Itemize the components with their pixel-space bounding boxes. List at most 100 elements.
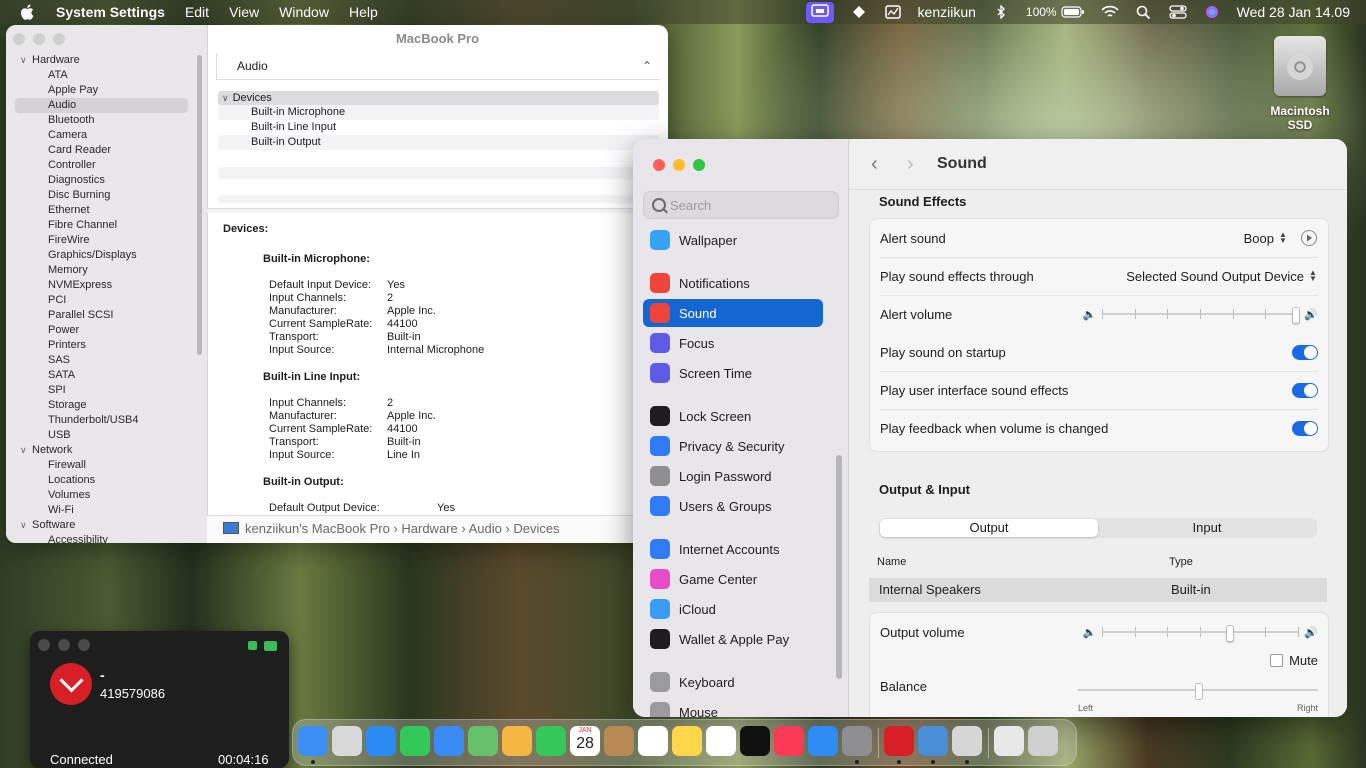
music-icon[interactable]: [774, 726, 804, 756]
tree-item[interactable]: Printers: [6, 338, 206, 353]
desktop-disk[interactable]: Macintosh SSD: [1262, 36, 1338, 132]
contacts-icon[interactable]: [604, 726, 634, 756]
control-center-icon[interactable]: [1168, 5, 1187, 19]
sidebar-item-lock-screen[interactable]: Lock Screen: [643, 402, 823, 430]
tree-item[interactable]: Storage: [6, 398, 206, 413]
tree-item[interactable]: Accessibility: [6, 533, 206, 543]
tree-item[interactable]: Ethernet: [6, 203, 206, 218]
sidebar-item-game-center[interactable]: Game Center: [643, 565, 823, 593]
tree-item[interactable]: Controller: [6, 158, 206, 173]
play-alert-icon[interactable]: [1300, 229, 1318, 247]
photos-icon[interactable]: [502, 726, 532, 756]
menu-clock[interactable]: Wed 28 Jan 14.09: [1237, 4, 1350, 20]
maps-icon[interactable]: [468, 726, 498, 756]
table-row[interactable]: Internal Speakers Built-in: [869, 578, 1327, 602]
battery-icon[interactable]: [1061, 5, 1085, 19]
app-store-icon[interactable]: [808, 726, 838, 756]
device-row[interactable]: Built-in Microphone: [218, 105, 659, 120]
menu-window[interactable]: Window: [279, 4, 329, 20]
launchpad-icon[interactable]: [332, 726, 362, 756]
sidebar-item-internet-accounts[interactable]: Internet Accounts: [643, 535, 823, 563]
apple-menu-icon[interactable]: [18, 2, 38, 22]
list-header[interactable]: Audio ⌃: [216, 53, 660, 80]
call-app-icon[interactable]: [884, 726, 914, 756]
menu-edit[interactable]: Edit: [185, 4, 209, 20]
zoom-button[interactable]: [693, 159, 705, 171]
slider-knob[interactable]: [1225, 625, 1234, 642]
close-button[interactable]: [13, 33, 25, 45]
dropbox-icon[interactable]: [850, 5, 868, 19]
mail-icon[interactable]: [434, 726, 464, 756]
disclosure-icon[interactable]: ∨: [222, 93, 229, 103]
tree-item[interactable]: Power: [6, 323, 206, 338]
mute-control[interactable]: Mute: [1270, 653, 1318, 668]
mute-checkbox[interactable]: [1270, 654, 1284, 667]
device-row[interactable]: Built-in Line Input: [218, 120, 659, 135]
tree-item[interactable]: Camera: [6, 128, 206, 143]
toggle-switch[interactable]: [1292, 420, 1318, 436]
spotlight-search-icon[interactable]: [1135, 5, 1153, 19]
sidebar-item-screen-time[interactable]: Screen Time: [643, 359, 823, 387]
messages-icon[interactable]: [400, 726, 430, 756]
screen-share-icon[interactable]: [805, 1, 834, 23]
play-through-select[interactable]: Selected Sound Output Device: [1126, 269, 1304, 284]
tree-item[interactable]: FireWire: [6, 233, 206, 248]
col-name[interactable]: Name: [877, 556, 906, 568]
search-field[interactable]: Search: [643, 191, 839, 219]
tree-item[interactable]: SAS: [6, 353, 206, 368]
alert-volume-slider[interactable]: [1102, 307, 1301, 324]
tree-item[interactable]: Locations: [6, 473, 206, 488]
output-volume-slider[interactable]: [1102, 625, 1299, 642]
tree-item[interactable]: SPI: [6, 383, 206, 398]
toggle-switch[interactable]: [1292, 344, 1318, 360]
split-divider[interactable]: [207, 208, 668, 213]
sidebar-item-icloud[interactable]: iCloud: [643, 595, 823, 623]
sidebar-item-notifications[interactable]: Notifications: [643, 269, 823, 297]
notes-icon[interactable]: [672, 726, 702, 756]
sidebar-scrollbar[interactable]: [836, 455, 842, 679]
tree-item[interactable]: Card Reader: [6, 143, 206, 158]
devices-group[interactable]: ∨ Devices: [218, 91, 659, 105]
calendar-icon[interactable]: JAN 28: [570, 726, 600, 756]
tree-item[interactable]: NVMExpress: [6, 278, 206, 293]
tree-item[interactable]: Bluetooth: [6, 113, 206, 128]
documents-icon[interactable]: [994, 726, 1024, 756]
reminders-icon[interactable]: [638, 726, 668, 756]
toggle-switch[interactable]: [1292, 382, 1318, 398]
tv-icon[interactable]: [740, 726, 770, 756]
balance-slider[interactable]: [1195, 683, 1203, 700]
path-text[interactable]: kenziikun's MacBook Pro › Hardware › Aud…: [245, 521, 560, 536]
chevron-up-icon[interactable]: ⌃: [642, 59, 652, 73]
activity-monitor-icon[interactable]: [884, 5, 902, 19]
menu-user-name[interactable]: kenziikun: [918, 4, 976, 20]
zoom-button[interactable]: [78, 639, 90, 651]
safari-icon[interactable]: [366, 726, 396, 756]
sidebar-item-focus[interactable]: Focus: [643, 329, 823, 357]
freeform-icon[interactable]: [706, 726, 736, 756]
col-type[interactable]: Type: [1169, 556, 1193, 568]
back-icon[interactable]: ‹: [871, 153, 878, 176]
system-information-icon[interactable]: [918, 726, 948, 756]
tree-item[interactable]: Thunderbolt/USB4: [6, 413, 206, 428]
tree-item[interactable]: USB: [6, 428, 206, 443]
tree-item[interactable]: Diagnostics: [6, 173, 206, 188]
menu-help[interactable]: Help: [349, 4, 378, 20]
system-settings-icon[interactable]: [842, 726, 872, 756]
tree-item[interactable]: ATA: [6, 68, 206, 83]
tree-item[interactable]: Graphics/Displays: [6, 248, 206, 263]
sidebar-scrollbar[interactable]: [197, 55, 202, 355]
sidebar-item-wallet-apple-pay[interactable]: Wallet & Apple Pay: [643, 625, 823, 653]
tree-item[interactable]: Memory: [6, 263, 206, 278]
siri-icon[interactable]: [1203, 5, 1221, 19]
alert-sound-select[interactable]: Boop: [1244, 231, 1274, 246]
minimize-button[interactable]: [33, 33, 45, 45]
tree-item[interactable]: Firewall: [6, 458, 206, 473]
tree-item[interactable]: Audio: [15, 98, 188, 113]
sidebar-item-wallpaper[interactable]: Wallpaper: [643, 226, 823, 254]
tree-group[interactable]: Hardware: [6, 53, 206, 68]
slider-knob[interactable]: [1292, 307, 1301, 324]
tab-input[interactable]: Input: [1098, 519, 1316, 537]
sidebar-item-login-password[interactable]: Login Password: [643, 462, 823, 490]
tree-item[interactable]: PCI: [6, 293, 206, 308]
device-row[interactable]: Built-in Output: [218, 135, 659, 150]
